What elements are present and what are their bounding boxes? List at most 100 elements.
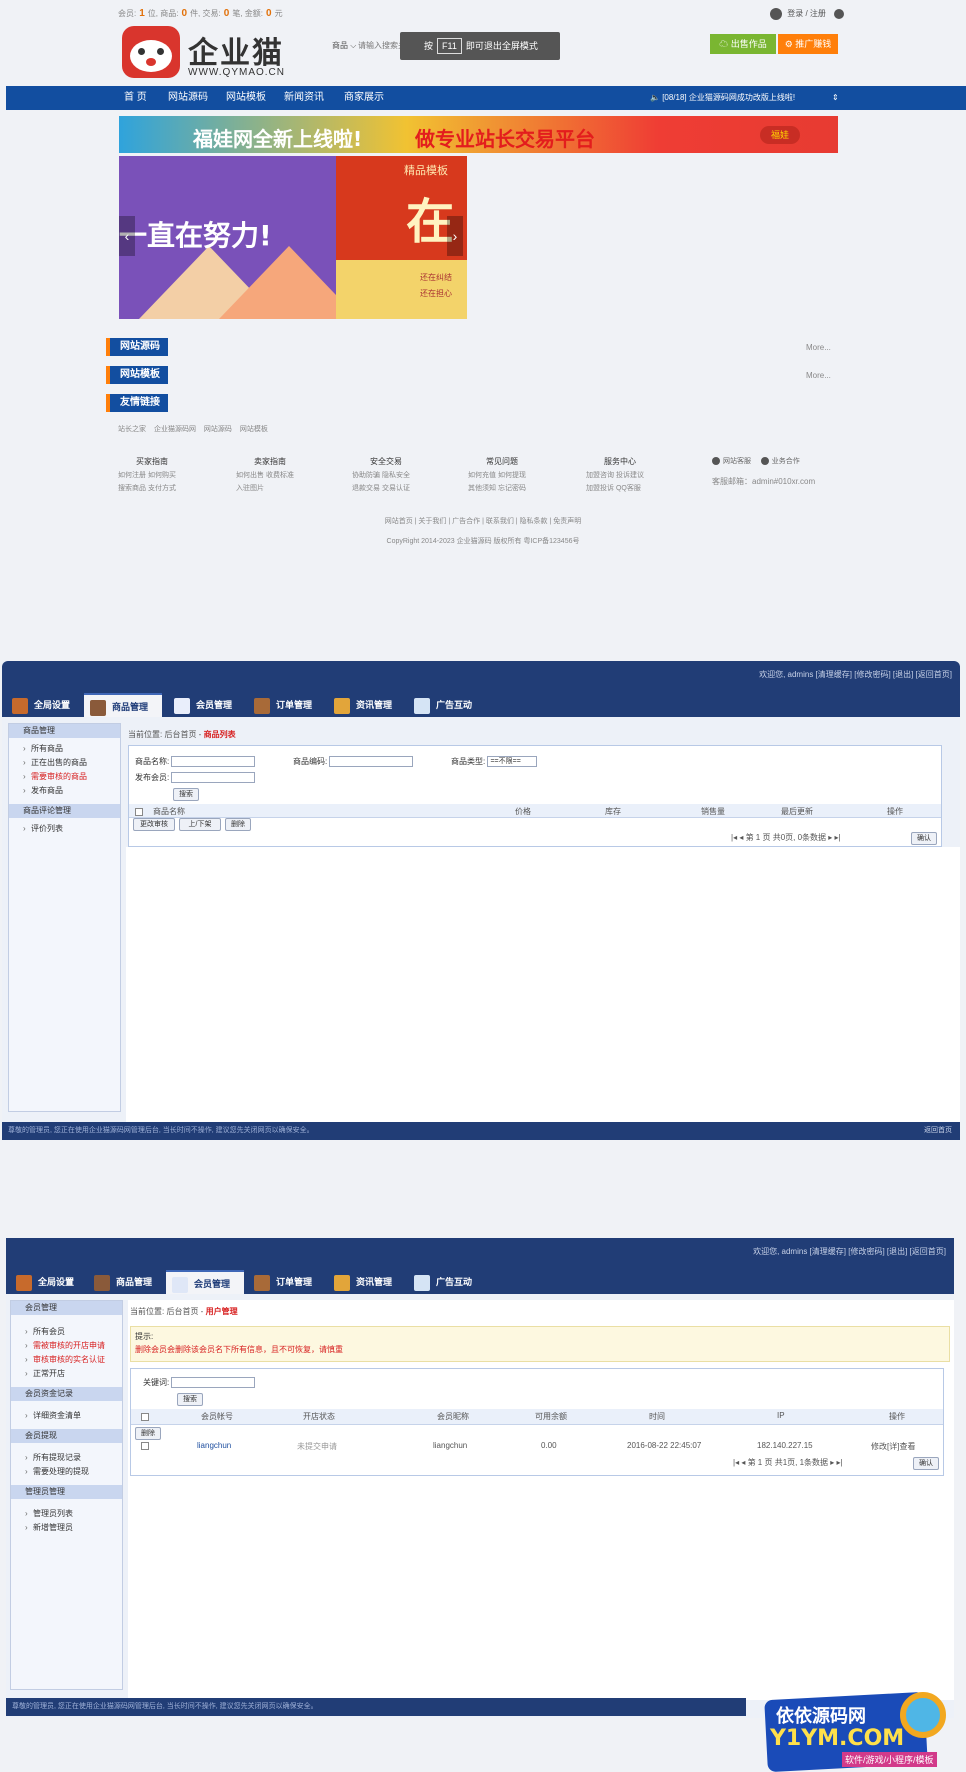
col-status: 开店状态 (303, 1412, 335, 1421)
sidebar-item-shop-apply[interactable]: 需被审核的开店申请 (11, 1339, 122, 1353)
pager-confirm-button[interactable]: 确认 (911, 832, 937, 845)
tab-orders[interactable]: 订单管理 (248, 693, 320, 717)
promo-banner[interactable]: 福娃网全新上线啦! 做专业站长交易平台 福娃 (119, 116, 838, 153)
sidebar-item-admin-list[interactable]: 管理员列表 (11, 1507, 122, 1521)
sidebar-item-publish[interactable]: 发布商品 (9, 784, 120, 798)
qq-service[interactable]: 网站客服 (723, 458, 751, 465)
admin-header-links[interactable]: 欢迎您, admins [清理缓存] [修改密码] [退出] [返回首页] (753, 1246, 946, 1257)
nav-source[interactable]: 网站源码 (168, 86, 208, 110)
sidebar-group[interactable]: 商品管理 (9, 724, 120, 738)
footer-row[interactable]: 加盟咨询 投诉建议 (586, 470, 644, 480)
delete-button[interactable]: 删除 (225, 818, 251, 831)
section-template[interactable]: 网站模板 (106, 366, 168, 384)
footer-row[interactable]: 退款交易 交易认证 (352, 483, 410, 493)
tab-members[interactable]: 会员管理 (168, 693, 240, 717)
nav-home[interactable]: 首 页 (124, 86, 147, 110)
toggle-shelf-button[interactable]: 上/下架 (179, 818, 221, 831)
nav-template[interactable]: 网站模板 (226, 86, 266, 110)
sidebar-group[interactable]: 会员管理 (11, 1301, 122, 1315)
search-button[interactable]: 搜索 (173, 788, 199, 801)
slider-next-icon[interactable]: › (447, 216, 463, 256)
tab-global[interactable]: 全局设置 (10, 1270, 84, 1294)
more-link[interactable]: More... (806, 343, 831, 352)
seller-input[interactable] (171, 772, 256, 784)
row-checkbox[interactable] (141, 1441, 149, 1450)
sidebar-item-all-products[interactable]: 所有商品 (9, 742, 120, 756)
site-logo[interactable]: 企业猫 WWW.QYMAO.CN (122, 26, 292, 81)
product-name-input[interactable] (171, 756, 256, 768)
more-link[interactable]: More... (806, 371, 831, 380)
qq-business[interactable]: 业务合作 (772, 458, 800, 465)
section-source[interactable]: 网站源码 (106, 338, 168, 356)
select-all-checkbox[interactable] (141, 1413, 149, 1421)
tab-ads[interactable]: 广告互动 (408, 1270, 480, 1294)
member-account-link[interactable]: liangchun (197, 1441, 231, 1450)
search-type-select[interactable]: 商品 ⌵ (332, 40, 356, 51)
footer-links[interactable]: 网站首页 | 关于我们 | 广告合作 | 联系我们 | 隐私条款 | 免责声明 (0, 516, 966, 526)
sidebar-group[interactable]: 管理员管理 (11, 1485, 122, 1499)
keyword-input[interactable] (171, 1377, 256, 1389)
footer-row[interactable]: 加盟投诉 QQ客服 (586, 483, 644, 493)
news-icon (334, 697, 350, 714)
product-type-select[interactable]: ==不限== (487, 756, 538, 768)
nav-shops[interactable]: 商家展示 (344, 86, 384, 110)
footer-row[interactable]: 协助防骗 隐私安全 (352, 470, 410, 480)
member-actions[interactable]: 修改[详]查看 (871, 1441, 915, 1452)
footer-row[interactable]: 如何注册 如何购买 (118, 470, 176, 480)
promote-button[interactable]: ⚙ 推广赚钱 (778, 34, 838, 54)
footer-text: 尊敬的管理员, 您正在使用企业猫源码网管理后台, 当长时间不操作, 建议您先关闭… (8, 1127, 314, 1134)
product-code-input[interactable] (329, 756, 414, 768)
register-link[interactable]: 注册 (810, 9, 826, 18)
login-link[interactable]: 登录 (787, 9, 803, 18)
site-stats: 会员: 1 位, 商品: 0 件, 交易: 0 笔, 金额: 0 元 (118, 8, 283, 19)
tab-orders[interactable]: 订单管理 (248, 1270, 320, 1294)
sidebar-item-all-members[interactable]: 所有会员 (11, 1325, 122, 1339)
tab-global[interactable]: 全局设置 (6, 693, 80, 717)
sidebar-group[interactable]: 会员资金记录 (11, 1387, 122, 1401)
footer-row[interactable]: 入驻图片 (236, 483, 294, 493)
change-audit-button[interactable]: 更改审核 (133, 818, 175, 831)
notice-scroll-icon[interactable]: ⇕ (832, 86, 839, 110)
tab-members[interactable]: 会员管理 (166, 1270, 244, 1294)
last-page-icon[interactable]: ▸ ▸| (830, 1458, 842, 1467)
first-page-icon[interactable]: |◂ ◂ (731, 833, 743, 842)
last-page-icon[interactable]: ▸ ▸| (828, 833, 840, 842)
tab-news[interactable]: 资讯管理 (328, 1270, 400, 1294)
footer-row[interactable]: 搜索商品 支付方式 (118, 483, 176, 493)
sidebar-item-reviews[interactable]: 评价列表 (9, 822, 120, 836)
footer-home-link[interactable]: 返回首页 (924, 1122, 952, 1140)
tab-products[interactable]: 商品管理 (84, 693, 162, 717)
sell-button[interactable]: ☁ 出售作品 (710, 34, 776, 54)
tab-products[interactable]: 商品管理 (88, 1270, 162, 1294)
footer-row[interactable]: 其他须知 忘记密码 (468, 483, 526, 493)
footer-help: 买家指南 如何注册 如何购买 搜索商品 支付方式 卖家指南 如何出售 收费标准 … (118, 456, 838, 496)
image-slider[interactable]: 一直在努力! 精品模板 在 还在纠结 还在担心 ‹ › (119, 156, 467, 319)
qq-icon[interactable] (834, 9, 845, 19)
sidebar-item-open-shops[interactable]: 正常开店 (11, 1367, 122, 1381)
footer-row[interactable]: 如何充值 如何提现 (468, 470, 526, 480)
nav-news[interactable]: 新闻资讯 (284, 86, 324, 110)
sidebar-item-pending[interactable]: 需要审核的商品 (9, 770, 120, 784)
delete-button[interactable]: 删除 (135, 1427, 161, 1440)
pager-confirm-button[interactable]: 确认 (913, 1457, 939, 1470)
sidebar-group[interactable]: 商品评论管理 (9, 804, 120, 818)
sidebar-item-funds[interactable]: 详细资金清单 (11, 1409, 122, 1423)
footer-row[interactable]: 如何出售 收费标准 (236, 470, 294, 480)
sidebar-item-on-sale[interactable]: 正在出售的商品 (9, 756, 120, 770)
friend-links[interactable]: 站长之家 企业猫源码网 网站源码 网站模板 (118, 424, 268, 434)
sidebar-item-add-admin[interactable]: 新增管理员 (11, 1521, 122, 1535)
sidebar-group[interactable]: 会员提现 (11, 1429, 122, 1443)
tab-news[interactable]: 资讯管理 (328, 693, 400, 717)
admin-header-links[interactable]: 欢迎您, admins [清理缓存] [修改密码] [退出] [返回首页] (759, 669, 952, 680)
sidebar-item-pending-withdrawals[interactable]: 需要处理的提现 (11, 1465, 122, 1479)
search-button[interactable]: 搜索 (177, 1393, 203, 1406)
notice-ticker[interactable]: 🔈 [08/18] 企业猫源码网成功改版上线啦! (650, 86, 795, 110)
sidebar-item-withdrawals[interactable]: 所有提现记录 (11, 1451, 122, 1465)
slider-prev-icon[interactable]: ‹ (119, 216, 135, 256)
select-all-checkbox[interactable] (135, 808, 143, 816)
section-links[interactable]: 友情链接 (106, 394, 168, 412)
tab-ads[interactable]: 广告互动 (408, 693, 480, 717)
main-nav: 首 页 网站源码 网站模板 新闻资讯 商家展示 🔈 [08/18] 企业猫源码网… (6, 86, 966, 110)
first-page-icon[interactable]: |◂ ◂ (733, 1458, 745, 1467)
sidebar-item-realname[interactable]: 审核审核的实名认证 (11, 1353, 122, 1367)
